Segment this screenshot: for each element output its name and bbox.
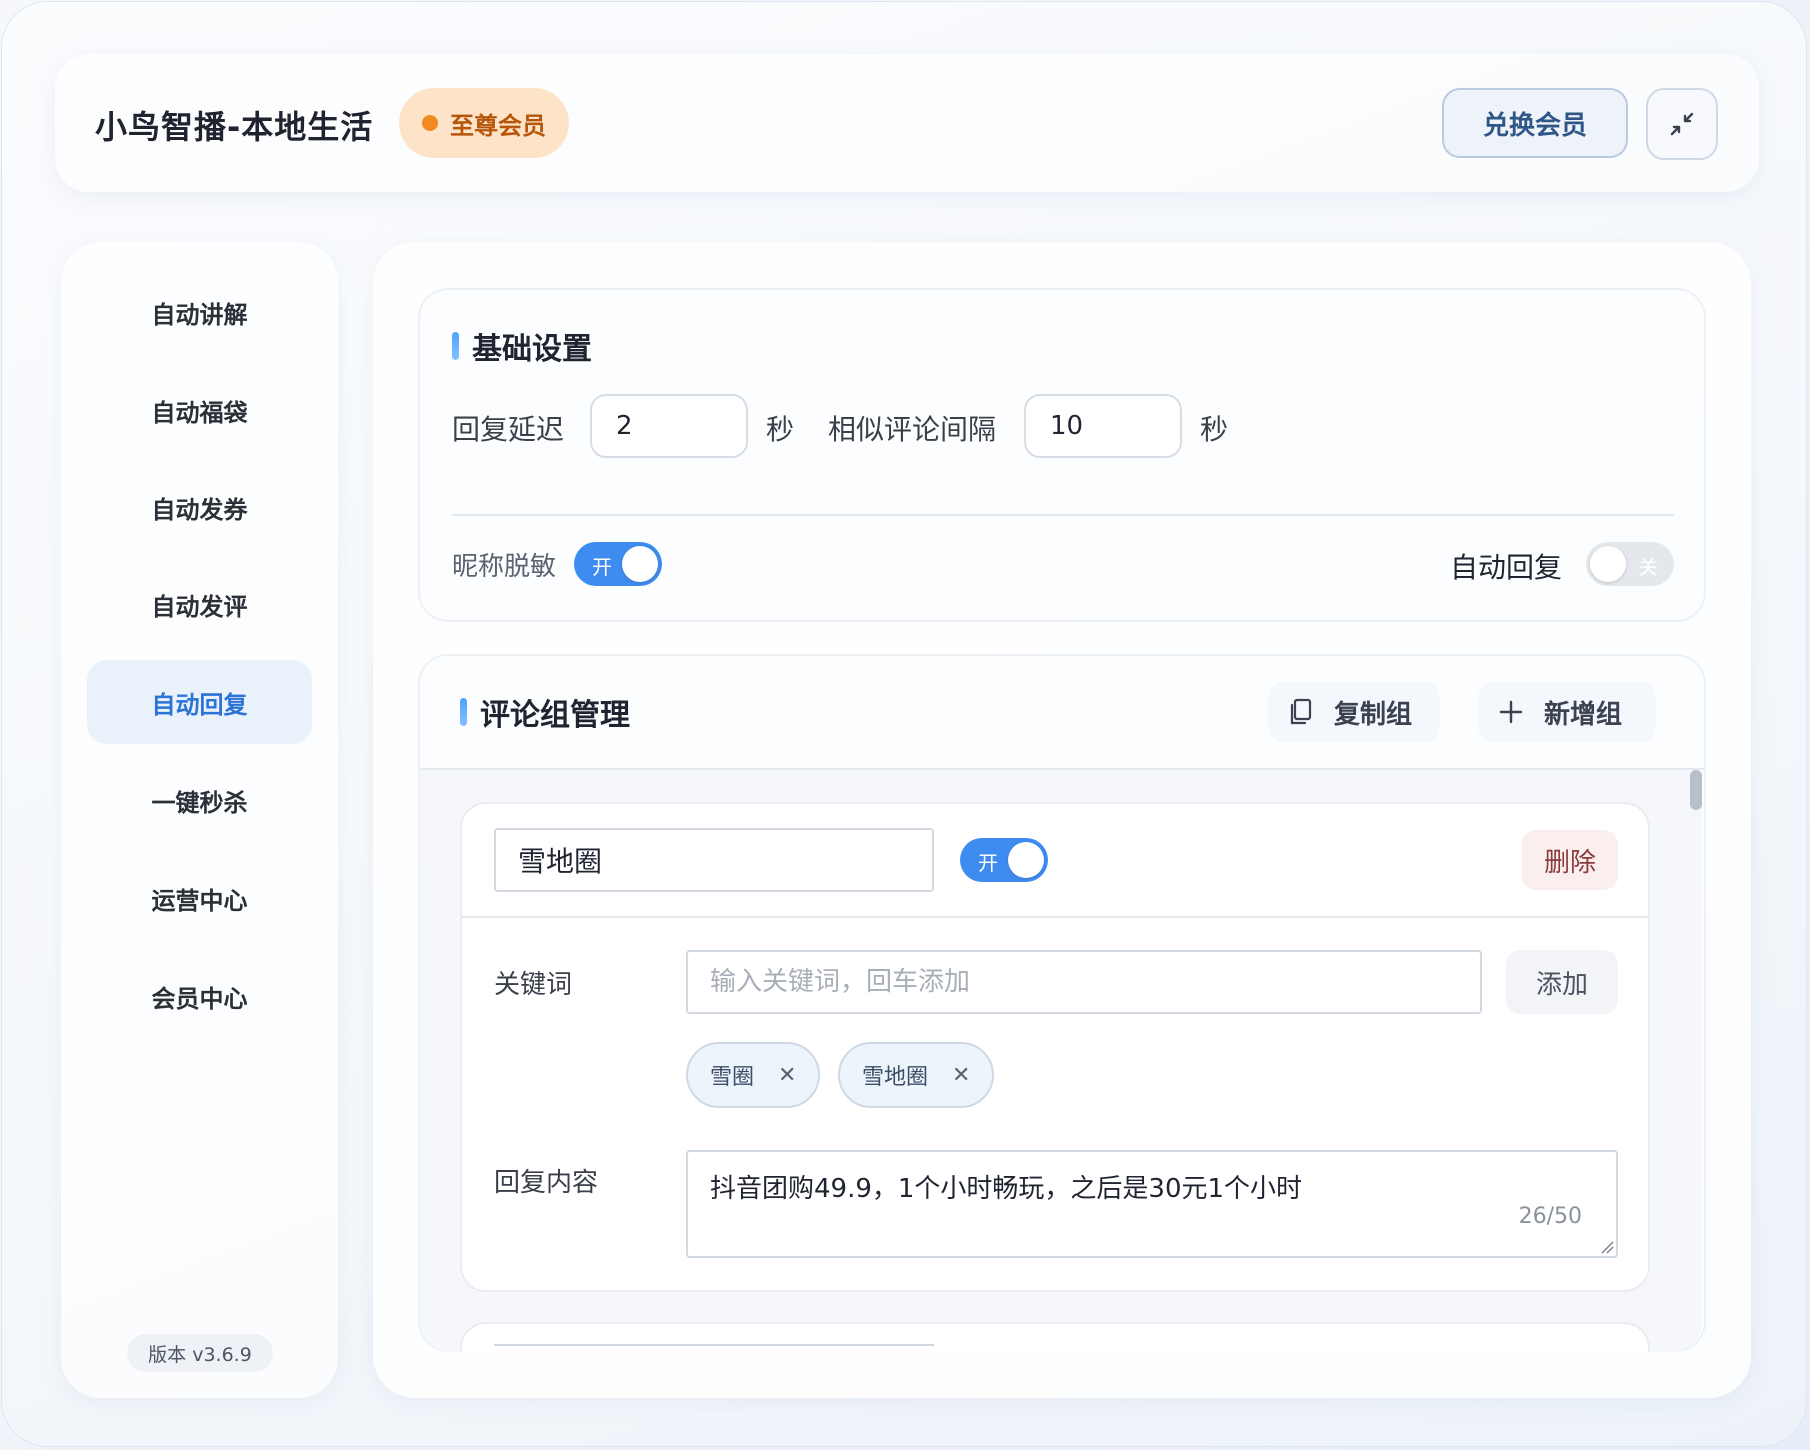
add-group-label: 新增组 bbox=[1544, 699, 1623, 730]
sidebar-item-flash-sale[interactable]: 一键秒杀 bbox=[87, 758, 312, 842]
toggle-knob bbox=[622, 546, 658, 582]
nickname-mask-toggle[interactable]: 开 bbox=[574, 542, 662, 586]
basic-settings-card: 基础设置 回复延迟 秒 相似评论间隔 秒 昵称脱敏 开 自动回复 关 bbox=[418, 288, 1706, 622]
app-window: 小鸟智播-本地生活 至尊会员 兑换会员 自动讲解 自动福袋 自动发券 自动发评 … bbox=[2, 2, 1806, 1446]
keyword-input[interactable] bbox=[686, 950, 1482, 1014]
keyword-tag-label: 雪圈 bbox=[710, 1065, 755, 1090]
redeem-membership-button[interactable]: 兑换会员 bbox=[1442, 88, 1628, 158]
scrollbar-thumb[interactable] bbox=[1690, 770, 1702, 810]
vip-dot-icon bbox=[422, 115, 438, 131]
keyword-tag: 雪地圈 ✕ bbox=[838, 1042, 995, 1108]
add-group-button[interactable]: 新增组 bbox=[1478, 682, 1656, 742]
toggle-knob bbox=[1590, 546, 1626, 582]
comment-group-card: 开 删除 关键词 添加 雪圈 ✕ 雪地圈 ✕ 回复内容 抖音团购49.9，1个小… bbox=[460, 802, 1650, 1292]
group-name-input-edge bbox=[494, 1344, 934, 1346]
close-icon[interactable]: ✕ bbox=[778, 1063, 796, 1088]
group-divider bbox=[462, 916, 1648, 918]
keyword-label: 关键词 bbox=[494, 970, 573, 1000]
auto-reply-toggle[interactable]: 关 bbox=[1586, 542, 1674, 586]
resize-grip-icon[interactable] bbox=[1600, 1240, 1614, 1254]
keyword-tag-label: 雪地圈 bbox=[862, 1065, 929, 1090]
similar-interval-input[interactable] bbox=[1024, 394, 1182, 458]
vip-badge: 至尊会员 bbox=[399, 88, 569, 158]
plus-icon bbox=[1499, 700, 1523, 724]
copy-group-button[interactable]: 复制组 bbox=[1268, 682, 1440, 742]
top-header: 小鸟智播-本地生活 至尊会员 兑换会员 bbox=[55, 54, 1759, 192]
sidebar-item-auto-explain[interactable]: 自动讲解 bbox=[87, 270, 312, 354]
reply-content-textarea[interactable]: 抖音团购49.9，1个小时畅玩，之后是30元1个小时 26/50 bbox=[686, 1150, 1618, 1258]
collapse-window-button[interactable] bbox=[1646, 88, 1718, 160]
toggle-state-text: 开 bbox=[978, 851, 998, 875]
reply-char-count: 26/50 bbox=[1518, 1204, 1582, 1229]
close-icon[interactable]: ✕ bbox=[952, 1063, 970, 1088]
toggle-state-text: 开 bbox=[592, 555, 612, 579]
auto-reply-label: 自动回复 bbox=[1450, 551, 1563, 584]
sidebar-item-operations[interactable]: 运营中心 bbox=[87, 856, 312, 940]
reply-content-label: 回复内容 bbox=[494, 1168, 599, 1198]
copy-group-label: 复制组 bbox=[1334, 699, 1413, 730]
sidebar-item-auto-coupon[interactable]: 自动发券 bbox=[87, 465, 312, 549]
delete-group-button[interactable]: 删除 bbox=[1522, 830, 1618, 890]
sidebar: 自动讲解 自动福袋 自动发券 自动发评 自动回复 一键秒杀 运营中心 会员中心 … bbox=[61, 242, 338, 1398]
group-list-scroll-area[interactable]: 开 删除 关键词 添加 雪圈 ✕ 雪地圈 ✕ 回复内容 抖音团购49.9，1个小… bbox=[420, 770, 1702, 1352]
reply-delay-unit: 秒 bbox=[766, 413, 795, 446]
toggle-knob bbox=[1008, 842, 1044, 878]
version-badge: 版本 v3.6.9 bbox=[127, 1334, 273, 1372]
similar-interval-unit: 秒 bbox=[1200, 413, 1229, 446]
reply-delay-label: 回复延迟 bbox=[452, 413, 565, 446]
toggle-state-text: 关 bbox=[1638, 555, 1658, 579]
nickname-mask-label: 昵称脱敏 bbox=[452, 552, 557, 582]
collapse-arrows-icon bbox=[1670, 112, 1694, 136]
similar-interval-label: 相似评论间隔 bbox=[828, 413, 997, 446]
reply-content-text: 抖音团购49.9，1个小时畅玩，之后是30元1个小时 bbox=[710, 1174, 1303, 1204]
group-enable-toggle[interactable]: 开 bbox=[960, 838, 1048, 882]
basic-settings-title: 基础设置 bbox=[472, 332, 592, 367]
copy-icon bbox=[1290, 698, 1312, 725]
sidebar-item-auto-comment[interactable]: 自动发评 bbox=[87, 562, 312, 646]
reply-delay-input[interactable] bbox=[590, 394, 748, 458]
sidebar-item-membership[interactable]: 会员中心 bbox=[87, 954, 312, 1038]
comment-groups-title: 评论组管理 bbox=[480, 698, 630, 733]
sidebar-item-auto-reply[interactable]: 自动回复 bbox=[87, 660, 312, 744]
section-accent-bar bbox=[460, 698, 467, 726]
sidebar-item-auto-lucky-bag[interactable]: 自动福袋 bbox=[87, 368, 312, 452]
app-title: 小鸟智播-本地生活 bbox=[95, 108, 374, 146]
comment-group-card-next bbox=[460, 1322, 1650, 1352]
vip-label: 至尊会员 bbox=[450, 111, 546, 140]
add-keyword-button[interactable]: 添加 bbox=[1506, 950, 1618, 1014]
section-divider bbox=[452, 514, 1674, 516]
section-accent-bar bbox=[452, 332, 459, 360]
keyword-tag: 雪圈 ✕ bbox=[686, 1042, 821, 1108]
group-name-input[interactable] bbox=[494, 828, 934, 892]
